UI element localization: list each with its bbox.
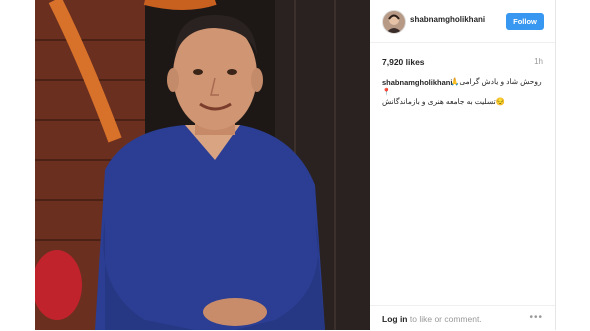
caption-text-2: تسلیت به جامعه هنری و بازماندگانش: [382, 97, 496, 106]
pray-emoji-icon: 🙏: [450, 77, 460, 86]
caption-username[interactable]: shabnamgholikhani: [382, 78, 452, 87]
post-time[interactable]: 1h: [534, 57, 543, 66]
caption-text-1: روحش شاد و یادش گرامی: [459, 77, 542, 86]
more-options-icon[interactable]: •••: [529, 312, 543, 323]
pin-emoji-icon: 📍: [382, 89, 391, 96]
login-link[interactable]: Log in: [382, 314, 408, 324]
follow-button[interactable]: Follow: [506, 13, 544, 30]
post-sidebar: shabnamgholikhani Follow 7,920 likes 1h …: [370, 0, 556, 330]
avatar-image: [383, 11, 405, 33]
post-image: [35, 0, 370, 330]
login-prompt: Log in to like or comment.: [382, 314, 482, 324]
likes-count[interactable]: 7,920 likes: [382, 57, 425, 67]
username-link[interactable]: shabnamgholikhani: [410, 15, 485, 24]
post-header: shabnamgholikhani Follow: [370, 0, 555, 43]
avatar[interactable]: [382, 10, 406, 34]
post-photo[interactable]: [35, 0, 370, 330]
login-prompt-text: to like or comment.: [409, 314, 482, 324]
post-footer: Log in to like or comment. •••: [370, 305, 555, 331]
caption-line-2: تسلیت به جامعه هنری و بازماندگانش😔: [382, 97, 505, 106]
sad-emoji-icon: 😔: [495, 97, 506, 106]
caption-line-1: روحش شاد و یادش گرامی🙏: [450, 77, 542, 86]
